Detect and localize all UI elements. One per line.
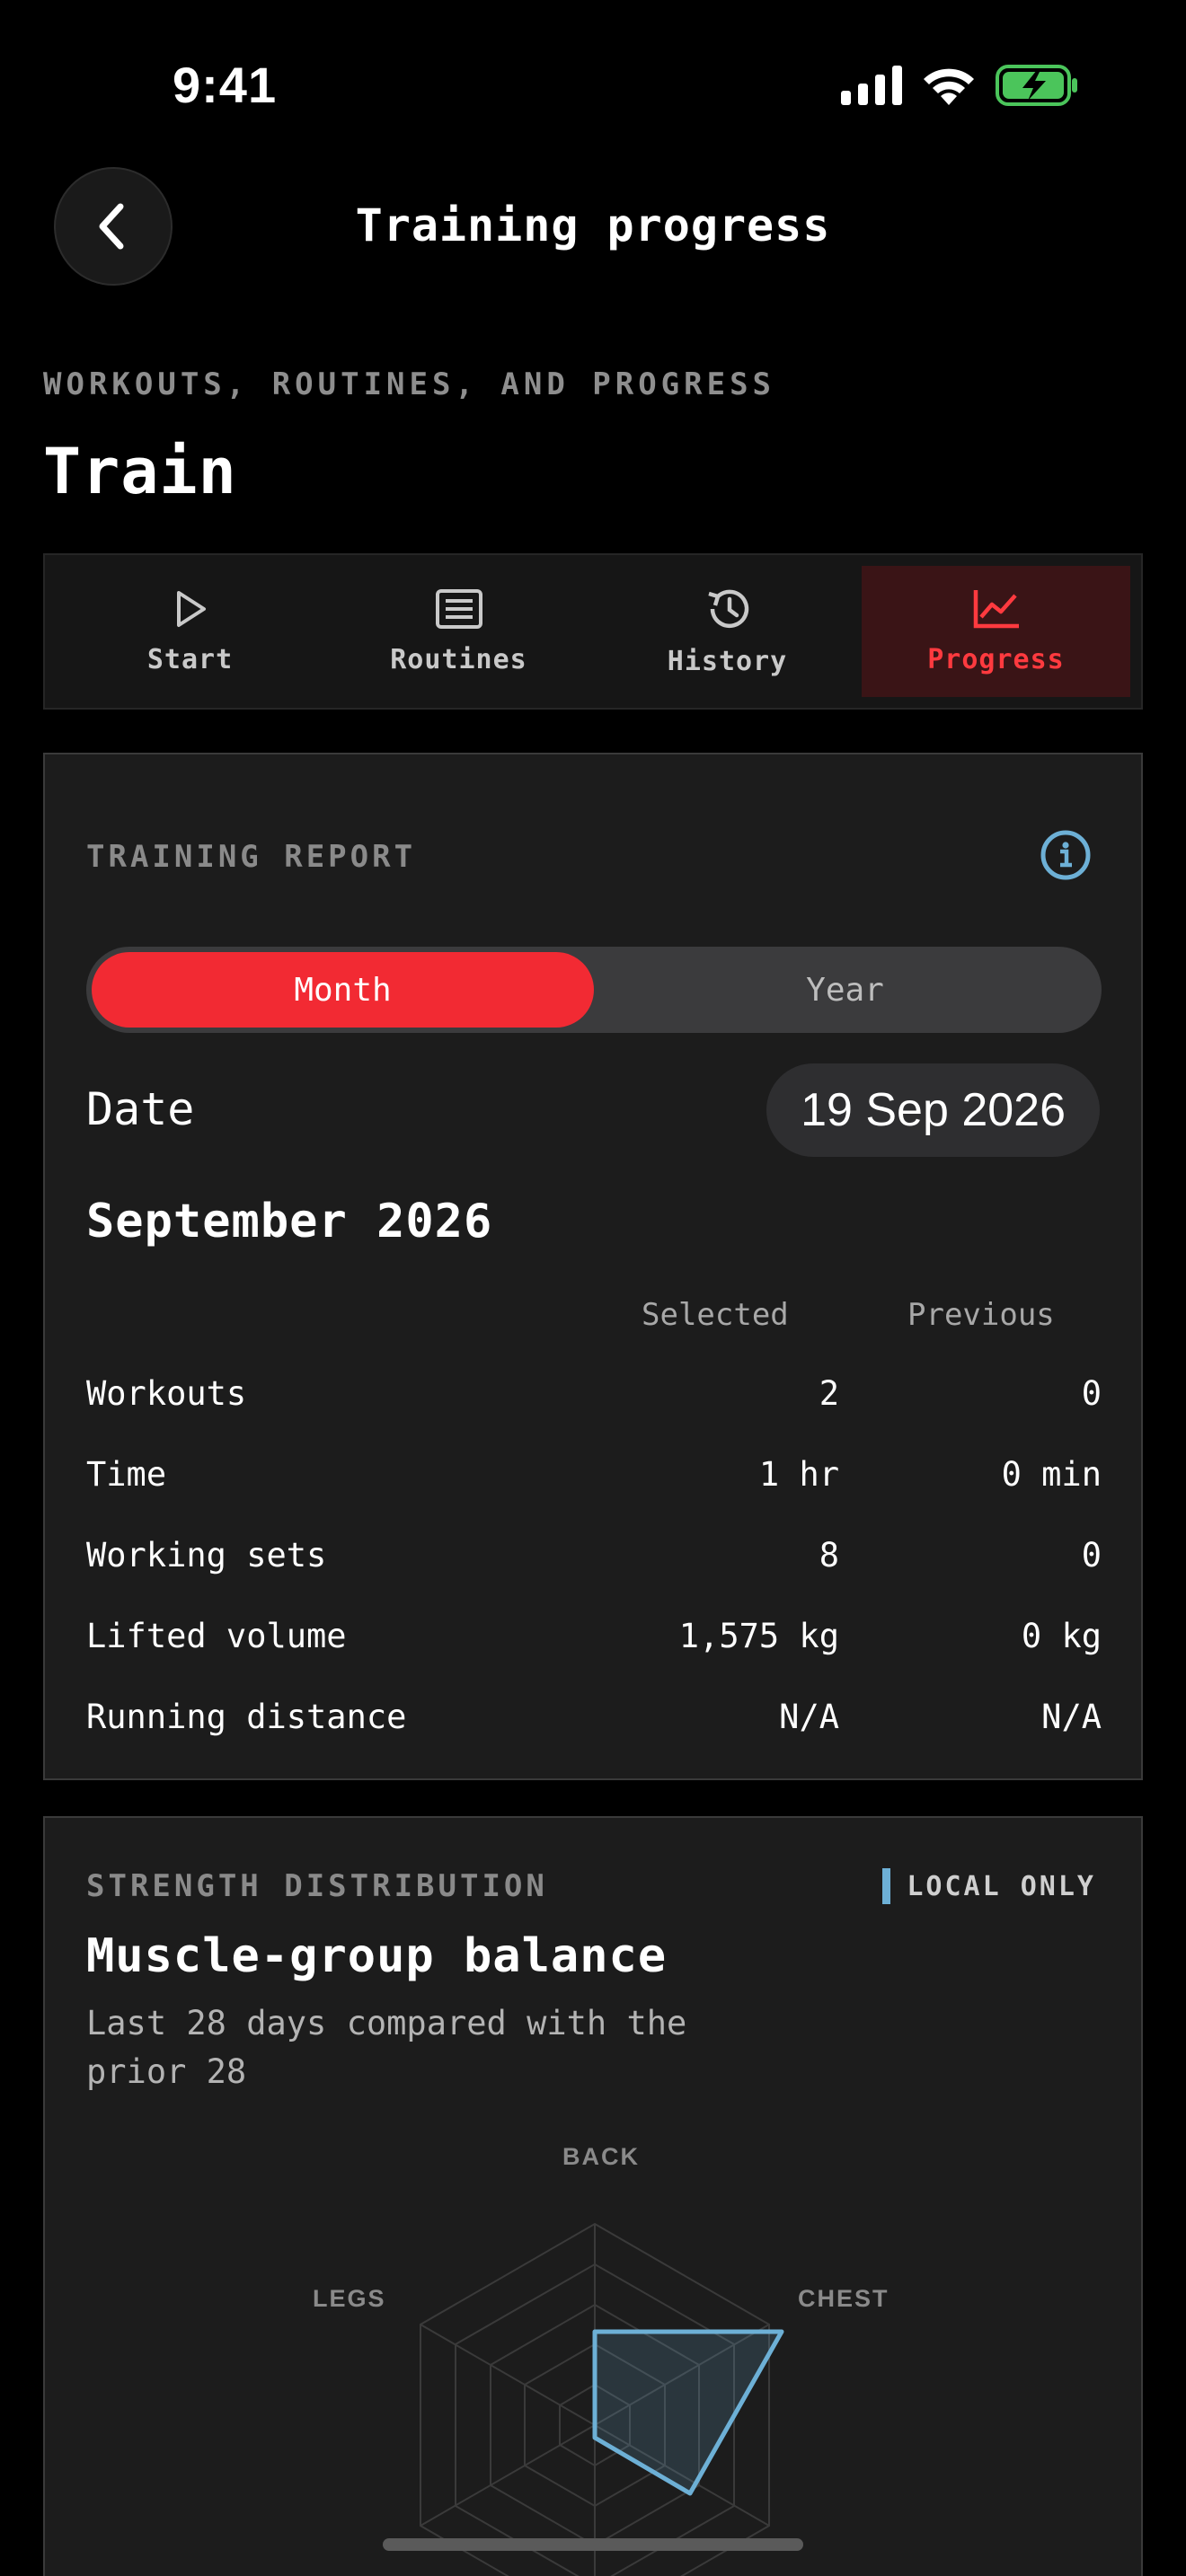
row-selected-value: 1,575 kg — [678, 1617, 839, 1655]
row-selected-value: 8 — [819, 1536, 839, 1575]
home-indicator — [383, 2538, 803, 2551]
nav-title: Training progress — [355, 199, 831, 251]
status-time: 9:41 — [173, 57, 278, 113]
training-report-card: TRAINING REPORT Month Year Date 19 Sep 2… — [43, 753, 1143, 1780]
table-row: Lifted volume 1,575 kg 0 kg — [86, 1599, 1102, 1680]
row-previous-value: 0 kg — [1021, 1617, 1102, 1655]
page-overline: WORKOUTS, ROUTINES, AND PROGRESS — [43, 366, 776, 402]
date-label: Date — [86, 1083, 195, 1135]
info-icon[interactable] — [1039, 828, 1093, 882]
status-bar: 9:41 — [0, 0, 1186, 171]
battery-charging-icon — [996, 65, 1077, 106]
period-title: September 2026 — [86, 1195, 493, 1248]
row-label: Running distance — [86, 1698, 407, 1736]
row-label: Workouts — [86, 1374, 247, 1413]
stats-table: Workouts 2 0 Time 1 hr 0 min Working set… — [86, 1356, 1102, 1760]
table-row: Time 1 hr 0 min — [86, 1437, 1102, 1518]
radar-series-current — [592, 2329, 784, 2496]
status-icons — [841, 65, 1078, 106]
segment-year[interactable]: Year — [594, 952, 1096, 1028]
row-previous-value: N/A — [1041, 1698, 1102, 1736]
tab-label: Routines — [390, 643, 527, 675]
strength-distribution-card: STRENGTH DISTRIBUTION LOCAL ONLY Muscle-… — [43, 1816, 1143, 2576]
tab-start[interactable]: Start — [56, 566, 324, 697]
table-row: Workouts 2 0 — [86, 1356, 1102, 1437]
row-selected-value: N/A — [779, 1698, 839, 1736]
row-label: Working sets — [86, 1536, 327, 1575]
period-segmented-control: Month Year — [86, 947, 1102, 1033]
cellular-signal-icon — [841, 66, 902, 105]
list-icon — [435, 588, 482, 629]
table-row: Running distance N/A N/A — [86, 1680, 1102, 1760]
row-selected-value: 1 hr — [758, 1455, 839, 1494]
history-icon — [707, 589, 748, 628]
tab-history[interactable]: History — [593, 566, 862, 697]
tab-label: Progress — [927, 643, 1065, 675]
tab-routines[interactable]: Routines — [324, 566, 593, 697]
table-row: Working sets 8 0 — [86, 1518, 1102, 1599]
report-overline: TRAINING REPORT — [86, 839, 417, 875]
tab-label: Start — [146, 643, 234, 675]
muscle-balance-radar-chart — [420, 2222, 784, 2576]
column-header-selected: Selected — [642, 1297, 789, 1333]
date-picker-button[interactable]: 19 Sep 2026 — [766, 1063, 1100, 1157]
play-icon — [176, 590, 206, 627]
wifi-icon — [924, 68, 974, 105]
page-title: Train — [43, 435, 237, 508]
row-previous-value: 0 — [1081, 1374, 1102, 1413]
column-header-previous: Previous — [907, 1297, 1055, 1333]
row-label: Lifted volume — [86, 1617, 347, 1655]
row-selected-value: 2 — [819, 1374, 839, 1413]
row-label: Time — [86, 1455, 167, 1494]
tab-progress[interactable]: Progress — [862, 566, 1130, 697]
tab-label: History — [667, 645, 788, 677]
row-previous-value: 0 min — [1001, 1455, 1102, 1494]
chart-line-icon — [973, 589, 1019, 628]
segment-month[interactable]: Month — [92, 952, 594, 1028]
train-tabs: Start Routines History Progress — [43, 553, 1143, 710]
row-previous-value: 0 — [1081, 1536, 1102, 1575]
